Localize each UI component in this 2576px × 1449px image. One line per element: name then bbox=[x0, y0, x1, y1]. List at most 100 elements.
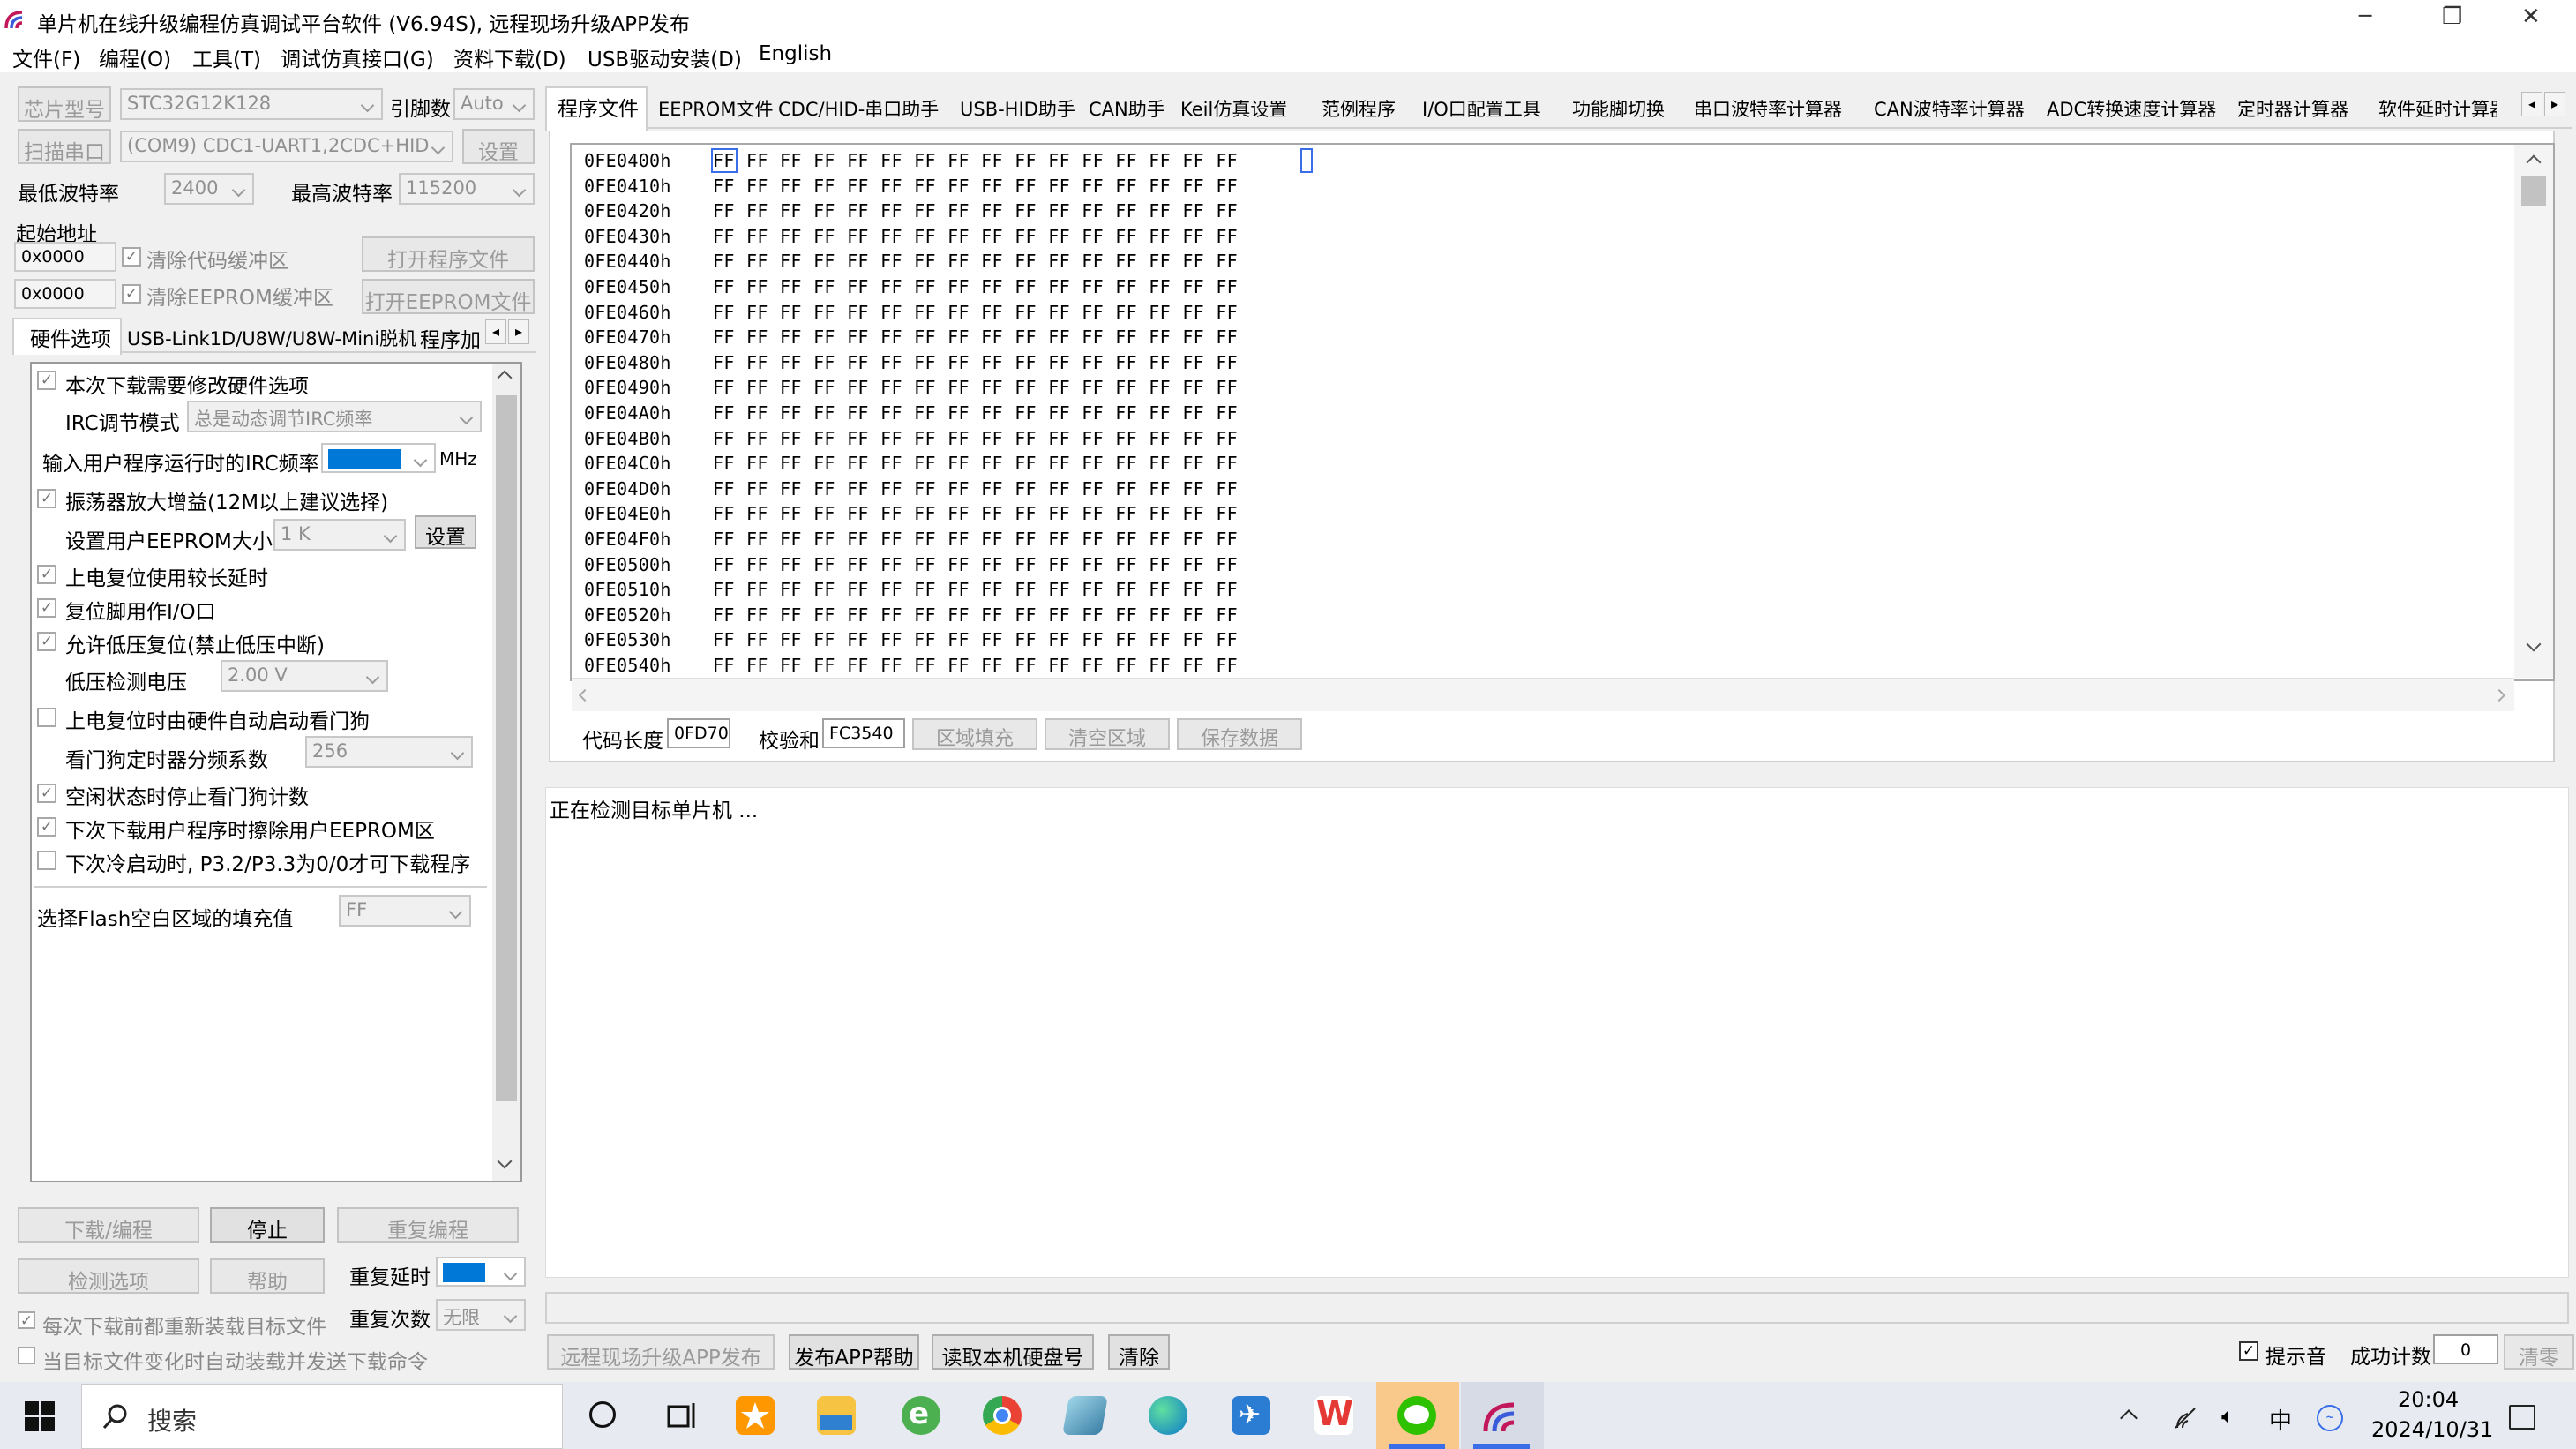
tab-hardware-options[interactable]: 硬件选项 bbox=[12, 318, 122, 355]
notification-center-icon[interactable] bbox=[2509, 1405, 2535, 1430]
irc-freq-select[interactable] bbox=[321, 443, 436, 473]
hex-vscrollbar[interactable] bbox=[2514, 145, 2553, 678]
repeat-program-button[interactable]: 重复编程 bbox=[337, 1207, 519, 1243]
eeprom-set-button[interactable]: 设置 bbox=[415, 515, 476, 549]
tabs-scroll-right-icon[interactable]: ▸ bbox=[2544, 92, 2565, 116]
ime-toolbar-icon[interactable]: ~ bbox=[2317, 1405, 2343, 1431]
tab-adc-calc[interactable]: ADC转换速度计算器 bbox=[2047, 95, 2216, 122]
windows-start-icon[interactable] bbox=[25, 1401, 55, 1431]
menu-usb-driver[interactable]: USB驱动安装(D) bbox=[588, 42, 742, 72]
tab-delay-calc[interactable]: 软件延时计算器 bbox=[2378, 95, 2497, 122]
irc-mode-select[interactable]: 总是动态调节IRC频率 bbox=[187, 401, 482, 432]
reset-io-checkbox[interactable] bbox=[37, 598, 56, 618]
auto-send-checkbox[interactable] bbox=[18, 1347, 35, 1364]
clock-time[interactable]: 20:04 bbox=[2398, 1387, 2459, 1412]
tab-program-encrypt[interactable]: 程序加 bbox=[420, 323, 481, 353]
scroll-thumb[interactable] bbox=[496, 395, 517, 1101]
tab-baud-calc[interactable]: 串口波特率计算器 bbox=[1694, 95, 1842, 122]
tab-io-config[interactable]: I/O口配置工具 bbox=[1422, 95, 1541, 122]
log-output[interactable]: 正在检测目标单片机 ... bbox=[545, 787, 2569, 1278]
wdt-div-select[interactable]: 256 bbox=[305, 736, 473, 768]
scroll-down-icon[interactable] bbox=[497, 1153, 513, 1169]
tab-can-baud-calc[interactable]: CAN波特率计算器 bbox=[1874, 95, 2025, 122]
tab-pin-switch[interactable]: 功能脚切换 bbox=[1572, 95, 1665, 122]
hex-scroll-up-icon[interactable] bbox=[2526, 154, 2542, 170]
publish-app-help-button[interactable]: 发布APP帮助 bbox=[789, 1334, 919, 1370]
hex-scroll-down-icon[interactable] bbox=[2526, 636, 2542, 652]
ime-indicator[interactable]: 中 bbox=[2269, 1403, 2292, 1436]
cortana-icon[interactable] bbox=[589, 1401, 616, 1428]
tab-cdc-hid-serial[interactable]: CDC/HID-串口助手 bbox=[778, 95, 939, 122]
help-button[interactable]: 帮助 bbox=[210, 1258, 325, 1294]
wps-office-icon[interactable]: W bbox=[1314, 1394, 1353, 1435]
tab-program-file[interactable]: 程序文件 bbox=[558, 92, 639, 122]
tab-eeprom-file[interactable]: EEPROM文件 bbox=[658, 95, 773, 122]
app-window-icon[interactable] bbox=[1062, 1396, 1108, 1435]
remote-upgrade-button[interactable]: 远程现场升级APP发布 bbox=[547, 1334, 775, 1370]
open-program-file-button[interactable]: 打开程序文件 bbox=[362, 236, 535, 272]
eeprom-size-select[interactable]: 1 K bbox=[273, 519, 406, 551]
pins-select[interactable]: Auto bbox=[453, 88, 535, 120]
close-button[interactable]: ✕ bbox=[2521, 4, 2541, 30]
scroll-up-icon[interactable] bbox=[497, 370, 513, 386]
scan-port-button[interactable]: 扫描串口 bbox=[18, 129, 111, 164]
stc-isp-app-icon[interactable] bbox=[1482, 1396, 1521, 1435]
network-icon[interactable] bbox=[2172, 1405, 2198, 1431]
menu-program[interactable]: 编程(O) bbox=[99, 42, 171, 72]
tabs-scroll-left-icon[interactable]: ◂ bbox=[2521, 92, 2542, 116]
auto-wdt-checkbox[interactable] bbox=[37, 708, 56, 727]
long-delay-checkbox[interactable] bbox=[37, 565, 56, 584]
repeat-count-select[interactable]: 无限 bbox=[436, 1299, 526, 1331]
start-address-input-2[interactable]: 0x0000 bbox=[14, 279, 116, 309]
taskbar-star-app-icon[interactable] bbox=[736, 1396, 775, 1435]
chip-model-select[interactable]: STC32G12K128 bbox=[120, 88, 383, 120]
tab-usb-hid[interactable]: USB-HID助手 bbox=[960, 95, 1075, 122]
wechat-icon[interactable] bbox=[1397, 1396, 1436, 1435]
maximize-button[interactable]: ❐ bbox=[2442, 4, 2462, 30]
stop-button[interactable]: 停止 bbox=[210, 1207, 325, 1243]
task-view-icon[interactable] bbox=[667, 1401, 699, 1430]
ie-browser-icon[interactable]: e bbox=[902, 1396, 940, 1435]
clear-count-button[interactable]: 清零 bbox=[2504, 1334, 2574, 1370]
hex-scroll-thumb[interactable] bbox=[2521, 176, 2546, 206]
repeat-delay-select[interactable] bbox=[436, 1257, 526, 1287]
tab-timer-calc[interactable]: 定时器计算器 bbox=[2237, 95, 2348, 122]
idle-wdt-checkbox[interactable] bbox=[37, 784, 56, 803]
fill-value-select[interactable]: FF bbox=[339, 895, 471, 927]
beep-checkbox[interactable] bbox=[2239, 1341, 2258, 1361]
download-program-button[interactable]: 下载/编程 bbox=[18, 1207, 199, 1243]
start-address-input-1[interactable]: 0x0000 bbox=[14, 242, 116, 272]
clear-area-button[interactable]: 清空区域 bbox=[1045, 718, 1170, 750]
hex-scroll-left-icon[interactable] bbox=[578, 688, 592, 702]
osc-gain-checkbox[interactable] bbox=[37, 489, 56, 508]
tab-keil[interactable]: Keil仿真设置 bbox=[1180, 95, 1287, 122]
read-disk-id-button[interactable]: 读取本机硬盘号 bbox=[932, 1334, 1094, 1370]
mail-app-icon[interactable]: ✈ bbox=[1232, 1396, 1270, 1435]
erase-eeprom-checkbox[interactable] bbox=[37, 817, 56, 837]
port-settings-button[interactable]: 设置 bbox=[462, 129, 535, 164]
port-select[interactable]: (COM9) CDC1-UART1,2CDC+HID bbox=[120, 131, 453, 162]
lvr-checkbox[interactable] bbox=[37, 632, 56, 651]
menu-english[interactable]: English bbox=[759, 42, 832, 65]
file-explorer-icon[interactable] bbox=[817, 1396, 856, 1435]
chip-model-button[interactable]: 芯片型号 bbox=[18, 86, 111, 122]
tab-can[interactable]: CAN助手 bbox=[1089, 95, 1165, 122]
edge-icon[interactable] bbox=[1149, 1396, 1187, 1435]
hex-scroll-right-icon[interactable] bbox=[2492, 688, 2506, 702]
tab-usb-link[interactable]: USB-Link1D/U8W/U8W-Mini脱机 bbox=[127, 325, 416, 351]
check-options-button[interactable]: 检测选项 bbox=[18, 1258, 199, 1294]
menu-file[interactable]: 文件(F) bbox=[12, 42, 80, 72]
minimize-button[interactable]: ─ bbox=[2359, 4, 2371, 28]
cold-start-checkbox[interactable] bbox=[37, 851, 56, 870]
menu-download[interactable]: 资料下载(D) bbox=[453, 42, 566, 72]
tab-scroll-right-icon[interactable]: ▸ bbox=[508, 319, 529, 344]
tab-scroll-left-icon[interactable]: ◂ bbox=[485, 319, 506, 344]
save-data-button[interactable]: 保存数据 bbox=[1177, 718, 1302, 750]
menu-tools[interactable]: 工具(T) bbox=[192, 42, 261, 72]
clear-log-button[interactable]: 清除 bbox=[1108, 1334, 1170, 1370]
options-scrollbar[interactable] bbox=[492, 364, 520, 1181]
modify-hw-checkbox[interactable] bbox=[37, 371, 56, 390]
reload-checkbox[interactable] bbox=[18, 1311, 35, 1329]
clear-code-checkbox[interactable] bbox=[122, 247, 141, 267]
taskbar-search-box[interactable]: 搜索 bbox=[81, 1384, 563, 1449]
